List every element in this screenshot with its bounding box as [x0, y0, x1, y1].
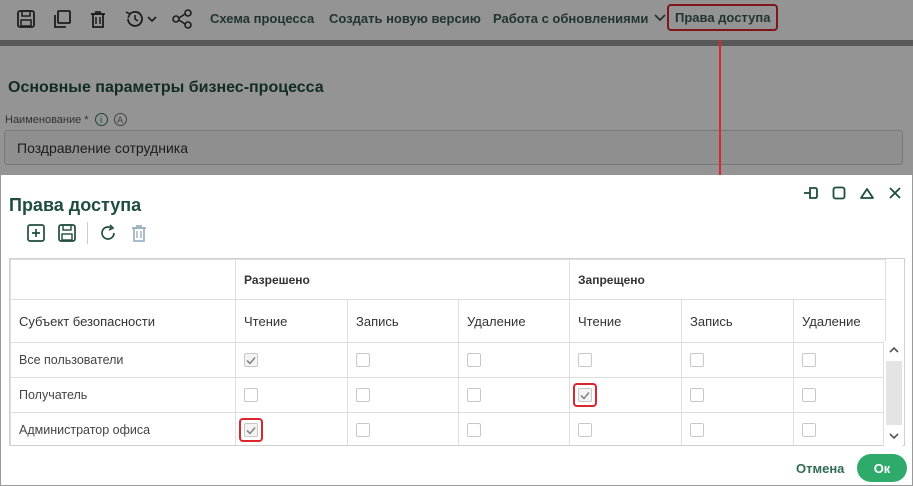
maximize-icon[interactable] [830, 184, 848, 202]
permission-cell [347, 377, 459, 413]
toolbar-separator [87, 222, 88, 244]
column-header[interactable]: Удаление [793, 299, 887, 343]
column-header[interactable]: Запись [681, 299, 795, 343]
background-page: Схема процесса Создать новую версию Рабо… [0, 0, 913, 175]
chevron-down-icon [654, 14, 666, 22]
permission-cell [347, 412, 459, 445]
permission-cell [569, 342, 683, 378]
header-blank [10, 259, 236, 300]
permission-cell [457, 412, 571, 445]
name-field-label: Наименование * i A [5, 113, 127, 126]
permission-checkbox[interactable] [244, 388, 258, 403]
permission-checkbox[interactable] [802, 353, 817, 368]
permission-checkbox[interactable] [467, 423, 481, 438]
share-icon[interactable] [171, 8, 193, 30]
permission-cell [457, 377, 571, 413]
permission-checkbox[interactable] [356, 423, 370, 438]
column-header[interactable]: Удаление [457, 299, 571, 343]
collapse-icon[interactable] [858, 184, 876, 202]
permission-cell [457, 342, 571, 378]
permission-cell [681, 342, 795, 378]
process-scheme-link[interactable]: Схема процесса [210, 11, 314, 26]
group-denied-header: Запрещено [569, 259, 887, 300]
permission-checkbox[interactable] [356, 388, 370, 403]
permission-checkbox[interactable] [244, 423, 258, 437]
column-header[interactable]: Запись [347, 299, 459, 343]
permission-checkbox[interactable] [356, 353, 370, 368]
permission-checkbox[interactable] [690, 353, 705, 368]
permission-cell [347, 342, 459, 378]
subject-column-header[interactable]: Субъект безопасности [10, 299, 236, 343]
name-input[interactable] [4, 130, 903, 165]
scroll-down-icon[interactable] [889, 431, 899, 441]
toolbar-divider [0, 40, 913, 46]
ok-button[interactable]: Ок [857, 454, 907, 482]
dialog-title: Права доступа [9, 195, 142, 215]
permission-cell [235, 377, 348, 413]
permission-checkbox[interactable] [578, 388, 593, 402]
autofill-icon[interactable]: A [113, 113, 127, 126]
permission-checkbox[interactable] [578, 353, 593, 368]
permission-cell [235, 412, 348, 445]
history-icon[interactable] [124, 8, 158, 30]
subject-cell[interactable]: Администратор офиса [10, 412, 236, 445]
table-row: Получатель [10, 377, 887, 413]
permission-cell [235, 342, 348, 378]
cancel-button[interactable]: Отмена [788, 454, 852, 482]
permission-checkbox[interactable] [244, 353, 258, 368]
permission-checkbox[interactable] [578, 423, 593, 438]
permission-checkbox[interactable] [802, 423, 817, 438]
scroll-up-icon[interactable] [889, 345, 899, 355]
permissions-grid: Разрешено Запрещено Субъект безопасности… [9, 258, 905, 446]
name-label-text: Наименование * [5, 113, 89, 126]
window-controls [802, 184, 904, 202]
scroll-thumb[interactable] [886, 361, 902, 425]
main-toolbar: Схема процесса Создать новую версию Рабо… [0, 0, 913, 40]
permission-checkbox[interactable] [690, 423, 705, 438]
delete-icon[interactable] [128, 222, 150, 244]
check-icon [580, 391, 590, 400]
column-header[interactable]: Чтение [235, 299, 348, 343]
permission-cell [569, 412, 683, 445]
save-icon[interactable] [15, 8, 37, 30]
table-scrollbar[interactable] [883, 341, 903, 446]
check-icon [246, 356, 256, 365]
annotation-highlight [239, 418, 263, 442]
dialog-toolbar [25, 222, 159, 244]
close-icon[interactable] [886, 184, 904, 202]
access-rights-dialog: Права доступа Разрешено Запрещено Субъек… [0, 175, 913, 486]
permission-cell [793, 412, 887, 445]
new-version-link[interactable]: Создать новую версию [329, 11, 481, 26]
permission-checkbox[interactable] [467, 388, 481, 403]
column-header[interactable]: Чтение [569, 299, 683, 343]
subject-cell[interactable]: Получатель [10, 377, 236, 413]
updates-menu-label: Работа с обновлениями [493, 11, 649, 26]
permission-cell [793, 342, 887, 378]
permission-cell [681, 412, 795, 445]
pin-icon[interactable] [802, 184, 820, 202]
info-icon[interactable]: i [94, 113, 108, 126]
updates-menu[interactable]: Работа с обновлениями [493, 11, 666, 26]
permission-cell [681, 377, 795, 413]
access-rights-link[interactable]: Права доступа [667, 4, 779, 31]
permissions-table: Разрешено Запрещено Субъект безопасности… [10, 259, 887, 445]
permission-checkbox[interactable] [467, 353, 481, 368]
subject-cell[interactable]: Все пользователи [10, 342, 236, 378]
permission-checkbox[interactable] [690, 388, 705, 403]
trash-icon[interactable] [87, 8, 109, 30]
section-title: Основные параметры бизнес-процесса [8, 79, 324, 96]
copy-icon[interactable] [51, 8, 73, 30]
table-row: Все пользователи [10, 342, 887, 378]
add-icon[interactable] [25, 222, 47, 244]
group-allowed-header: Разрешено [234, 259, 571, 300]
table-row: Администратор офиса [10, 412, 887, 445]
permission-cell [793, 377, 887, 413]
refresh-icon[interactable] [97, 222, 119, 244]
permission-cell [569, 377, 683, 413]
permission-checkbox[interactable] [802, 388, 817, 403]
annotation-highlight [573, 383, 598, 407]
check-icon [246, 426, 256, 435]
save-icon[interactable] [56, 222, 78, 244]
